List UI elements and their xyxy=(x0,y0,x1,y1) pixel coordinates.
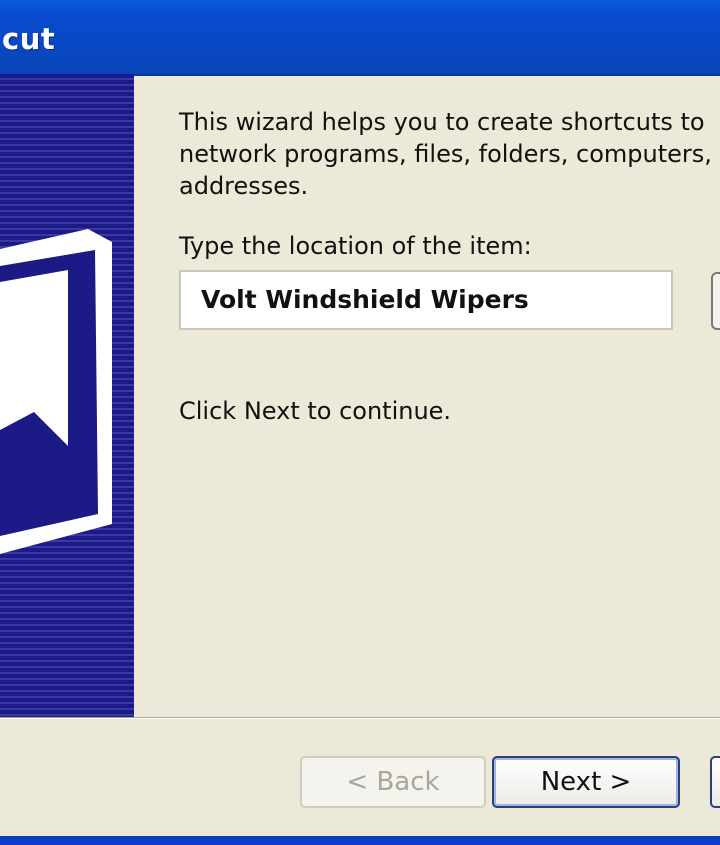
window-title: cut xyxy=(2,22,56,56)
browse-button[interactable] xyxy=(711,272,720,330)
window-bottom-border xyxy=(0,836,720,845)
shortcut-book-icon xyxy=(0,229,112,554)
location-input[interactable]: Volt Windshield Wipers xyxy=(179,270,673,330)
wizard-description: This wizard helps you to create shortcut… xyxy=(179,108,712,200)
footer-divider xyxy=(0,717,720,719)
cancel-button[interactable] xyxy=(710,756,720,808)
title-bar[interactable]: cut xyxy=(0,0,720,76)
next-button[interactable]: Next > xyxy=(492,756,680,808)
back-button[interactable]: < Back xyxy=(300,756,486,808)
create-shortcut-window: cut This wizard helps you to create shor… xyxy=(0,0,720,845)
location-label: Type the location of the item: xyxy=(179,232,532,260)
continue-hint: Click Next to continue. xyxy=(179,397,452,425)
wizard-content: This wizard helps you to create shortcut… xyxy=(134,74,720,717)
wizard-sidebar xyxy=(0,74,134,717)
